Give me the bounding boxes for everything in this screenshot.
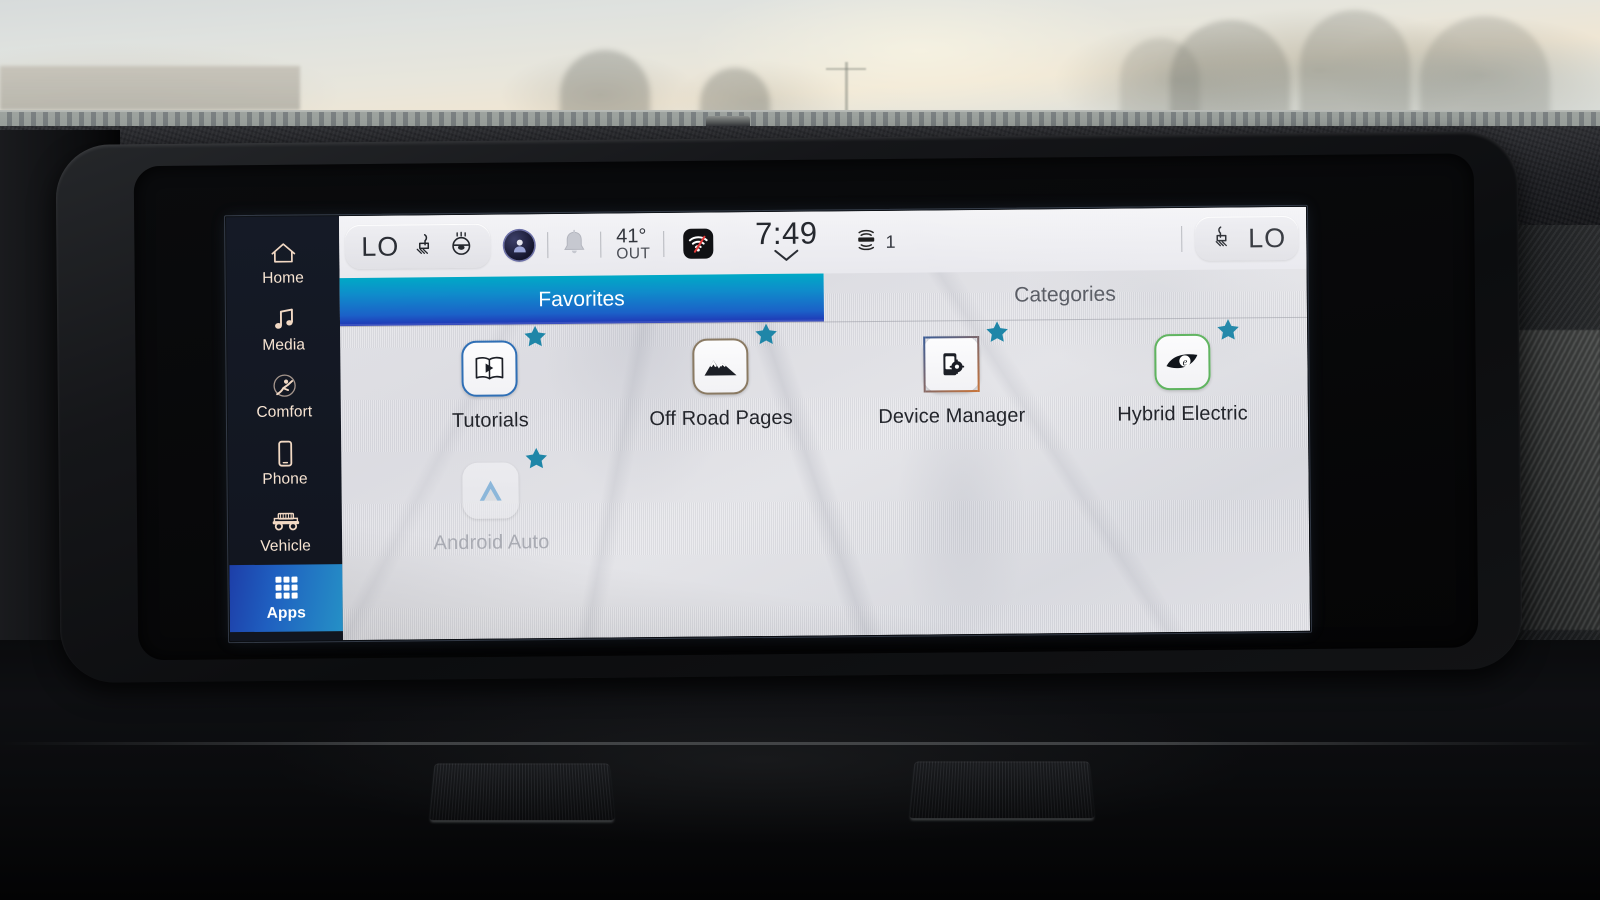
sidebar-item-label: Comfort (256, 403, 313, 421)
device-manager-icon[interactable] (923, 335, 980, 393)
infotainment-screen[interactable]: Home Media Comfort Phone Vehicle Apps LO… (225, 206, 1311, 642)
tab-label: Favorites (538, 287, 625, 312)
siriusxm-icon (853, 226, 879, 257)
sidebar-item-apps[interactable]: Apps (229, 564, 343, 633)
wifi-off-icon[interactable] (683, 228, 714, 259)
sidebar-item-phone[interactable]: Phone (228, 430, 342, 498)
app-tile-tutorials[interactable]: Tutorials (374, 325, 606, 464)
comfort-seat-icon (269, 372, 299, 400)
app-icon-wrapper (899, 321, 1008, 393)
sidebar-item-media[interactable]: Media (227, 296, 341, 364)
app-tile-device-manager[interactable]: Device Manager (836, 321, 1068, 459)
app-icon-wrapper (438, 325, 547, 397)
defroster-vent (0, 112, 1600, 126)
heated-seat-icon[interactable] (1209, 224, 1234, 254)
console-vent-right (909, 761, 1095, 819)
driver-temp-value: LO (361, 231, 400, 262)
status-divider (547, 232, 549, 259)
app-icon-wrapper (668, 323, 777, 395)
tab-favorites[interactable]: Favorites (339, 273, 824, 327)
favorite-star-icon[interactable] (754, 322, 778, 351)
app-label: Tutorials (451, 409, 529, 433)
clock-time: 7:49 (754, 215, 818, 252)
passenger-temp-value: LO (1248, 222, 1287, 253)
outside-temperature: 41° OUT (616, 225, 651, 263)
app-label: Off Road Pages (649, 406, 793, 431)
sidebar-item-vehicle[interactable]: Vehicle (229, 497, 343, 565)
favorite-star-icon[interactable] (523, 324, 547, 353)
favorite-star-icon[interactable] (525, 446, 549, 475)
bell-icon[interactable] (561, 228, 587, 261)
sidebar-item-label: Home (262, 269, 305, 287)
app-tile-off-road-pages[interactable]: Off Road Pages (605, 323, 837, 461)
console-vent-left (429, 763, 615, 821)
outside-temp-value: 41° (616, 225, 647, 248)
app-label: Android Auto (433, 531, 550, 555)
heated-seat-icon[interactable] (411, 231, 436, 261)
app-tile-android-auto[interactable]: Android Auto (375, 447, 607, 586)
app-label: Device Manager (878, 404, 1026, 428)
android-auto-icon[interactable] (462, 462, 520, 519)
status-divider (600, 231, 602, 258)
apps-grid-icon (271, 573, 301, 601)
app-label: Hybrid Electric (1117, 402, 1248, 426)
siriusxm-preset: 1 (885, 231, 896, 252)
favorites-app-grid: Tutorials Off Road Pages Device Manager … (374, 319, 1300, 634)
driver-climate-control[interactable]: LO (345, 223, 491, 270)
apps-main-panel: LO 41° OUT 7:49 1 LO Favorites Categorie… (338, 206, 1311, 641)
app-icon-wrapper: e (1130, 319, 1239, 391)
console-seam (0, 742, 1600, 745)
status-spacer (896, 239, 1169, 242)
windshield-view (0, 0, 1600, 128)
main-navigation-sidebar[interactable]: Home Media Comfort Phone Vehicle Apps (225, 216, 344, 642)
photo-scene: Home Media Comfort Phone Vehicle Apps LO… (0, 0, 1600, 900)
heated-steering-wheel-icon[interactable] (448, 230, 474, 261)
siriusxm-status[interactable]: 1 (853, 226, 896, 257)
utility-pole (826, 68, 866, 70)
outside-temp-label: OUT (616, 245, 651, 263)
sidebar-item-home[interactable]: Home (226, 229, 340, 297)
vehicle-icon (270, 506, 300, 534)
status-divider (663, 230, 665, 257)
sidebar-item-label: Vehicle (260, 537, 312, 555)
tutorials-icon[interactable] (461, 340, 519, 397)
passenger-climate-control[interactable]: LO (1195, 215, 1299, 261)
sidebar-item-label: Apps (266, 604, 306, 622)
app-icon-wrapper (439, 447, 548, 519)
user-profile-icon[interactable] (504, 230, 535, 261)
mountain-icon[interactable] (692, 338, 749, 395)
background-building (0, 66, 300, 110)
status-bar: LO 41° OUT 7:49 1 LO (338, 206, 1307, 279)
tab-categories[interactable]: Categories (823, 269, 1307, 322)
tab-label: Categories (1014, 282, 1116, 307)
home-icon (268, 239, 298, 267)
sidebar-item-comfort[interactable]: Comfort (227, 363, 341, 431)
music-note-icon (268, 306, 298, 334)
sidebar-item-label: Media (262, 336, 306, 354)
chevron-down-icon[interactable] (771, 248, 801, 266)
svg-text:e: e (1182, 357, 1187, 368)
status-divider (1181, 226, 1183, 253)
sidebar-item-label: Phone (262, 470, 308, 488)
phone-icon (270, 439, 300, 467)
clock-widget[interactable]: 7:49 (754, 215, 818, 267)
favorite-star-icon[interactable] (1216, 317, 1240, 346)
app-tile-hybrid-electric[interactable]: e Hybrid Electric (1066, 319, 1298, 457)
favorite-star-icon[interactable] (985, 320, 1009, 349)
hybrid-electric-icon[interactable]: e (1153, 333, 1211, 391)
